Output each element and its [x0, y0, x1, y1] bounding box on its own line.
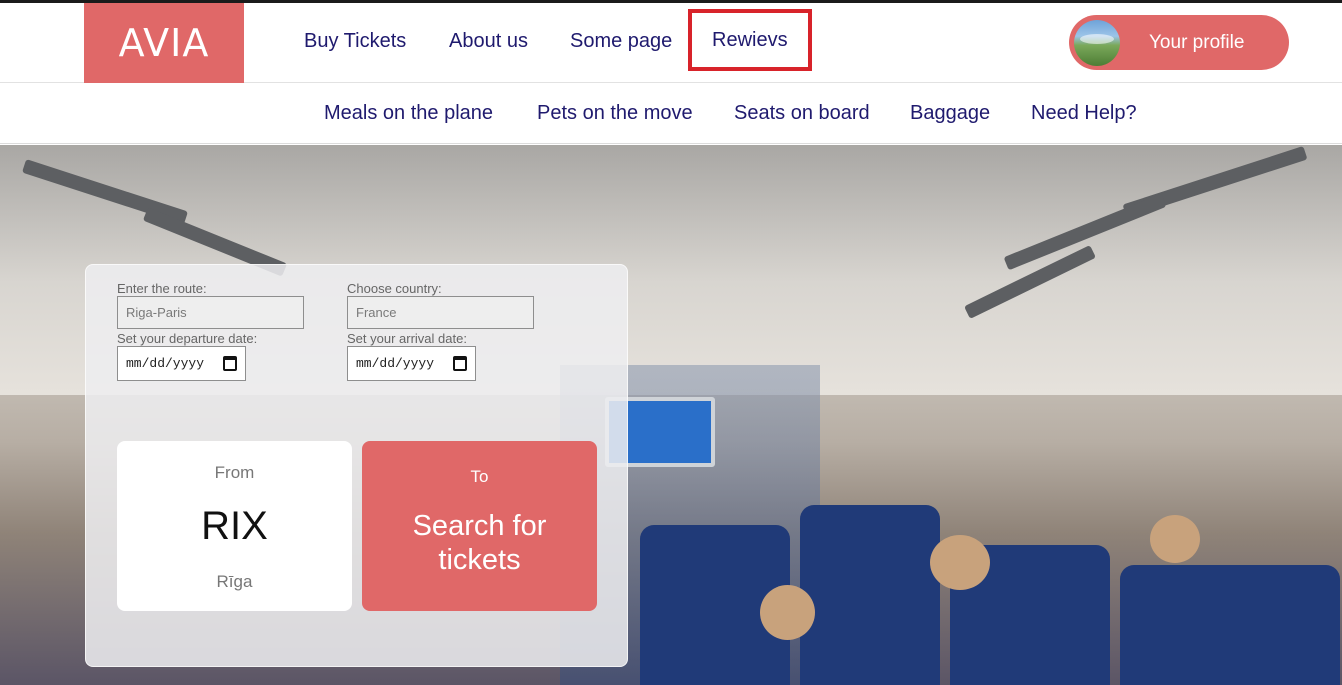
- site-header: AVIA Buy Tickets About us Some page Rewi…: [0, 3, 1342, 83]
- from-city: Rīga: [216, 572, 253, 591]
- hero-background: Enter the route: Riga-Paris Choose count…: [0, 145, 1342, 685]
- subnav-help[interactable]: Need Help?: [1031, 84, 1137, 144]
- country-input[interactable]: France: [347, 296, 534, 329]
- seat: [1120, 565, 1340, 685]
- arrival-label: Set your arrival date:: [347, 331, 467, 346]
- subnav-meals[interactable]: Meals on the plane: [324, 84, 493, 144]
- search-button-label: Search for tickets: [412, 510, 547, 576]
- site-logo[interactable]: AVIA: [84, 3, 244, 83]
- subnav-seats[interactable]: Seats on board: [734, 84, 870, 144]
- nav-some-page[interactable]: Some page: [570, 3, 672, 83]
- nav-buy-tickets[interactable]: Buy Tickets: [304, 3, 406, 83]
- passenger-head: [760, 585, 815, 640]
- country-label: Choose country:: [347, 281, 442, 296]
- profile-avatar: [1074, 19, 1120, 66]
- calendar-icon[interactable]: [453, 356, 467, 371]
- calendar-icon[interactable]: [223, 356, 237, 371]
- from-airport-code: RIX: [201, 504, 268, 548]
- arrival-date-value: mm/dd/yyyy: [356, 356, 435, 371]
- departure-date-input[interactable]: mm/dd/yyyy: [117, 346, 246, 381]
- departure-label: Set your departure date:: [117, 331, 258, 346]
- subnav-pets[interactable]: Pets on the move: [537, 84, 693, 144]
- profile-button-label: Your profile: [1149, 31, 1245, 53]
- from-label: From: [214, 463, 255, 482]
- route-label: Enter the route:: [117, 281, 207, 296]
- seat: [800, 505, 940, 685]
- secondary-nav: Meals on the plane Pets on the move Seat…: [0, 84, 1342, 144]
- booking-form: Enter the route: Riga-Paris Choose count…: [85, 264, 628, 667]
- to-label: To: [470, 467, 489, 486]
- departure-date-value: mm/dd/yyyy: [126, 356, 205, 371]
- subnav-baggage[interactable]: Baggage: [910, 84, 990, 144]
- route-input[interactable]: Riga-Paris: [117, 296, 304, 329]
- nav-about-us[interactable]: About us: [449, 3, 528, 83]
- arrival-date-input[interactable]: mm/dd/yyyy: [347, 346, 476, 381]
- from-card[interactable]: From RIX Rīga: [117, 441, 352, 611]
- passenger-head: [1150, 515, 1200, 563]
- passenger-head: [930, 535, 990, 590]
- search-tickets-button[interactable]: To Search for tickets: [362, 441, 597, 611]
- nav-reviews[interactable]: Rewievs: [688, 9, 812, 71]
- profile-button[interactable]: Your profile: [1069, 15, 1289, 70]
